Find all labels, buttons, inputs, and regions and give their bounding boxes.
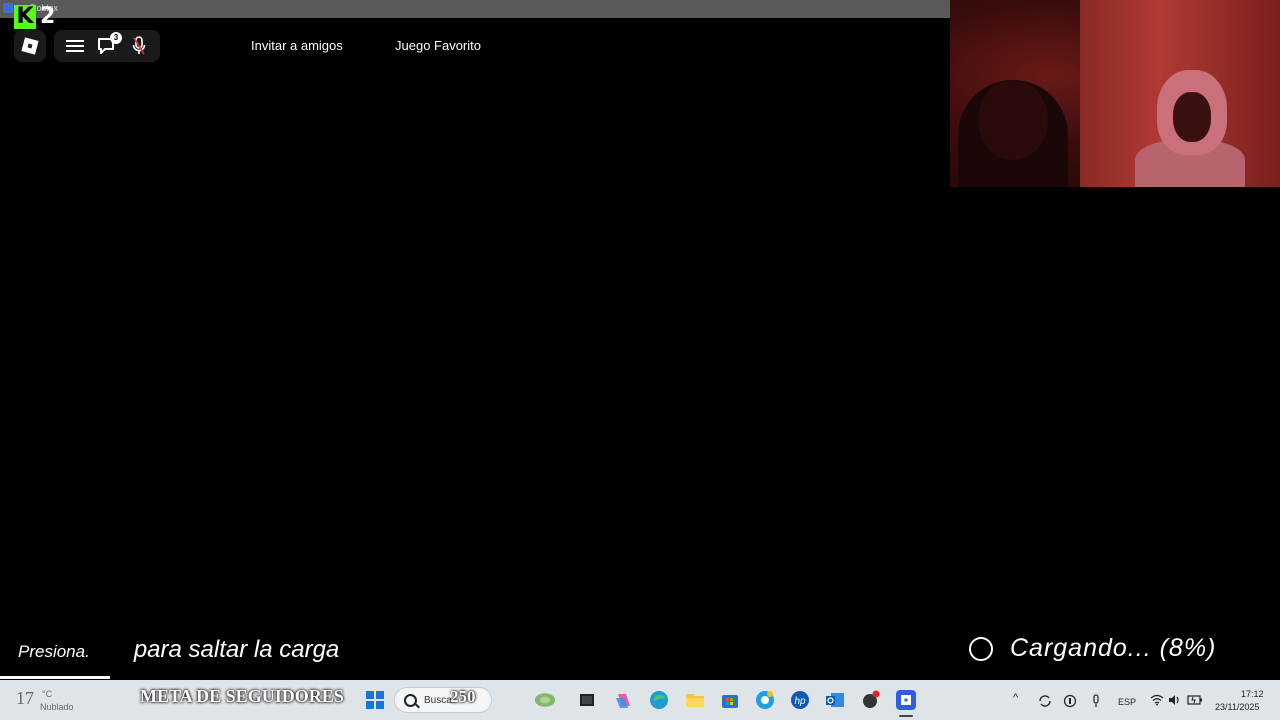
favorite-game-link[interactable]: Juego Favorito: [395, 38, 481, 53]
start-button[interactable]: [366, 691, 384, 709]
widgets-icon: [534, 693, 556, 707]
kick-k-icon: K: [14, 4, 36, 29]
webcam-feed: [950, 0, 1280, 187]
widgets-button[interactable]: [534, 689, 556, 711]
hamburger-icon: [66, 40, 84, 52]
kick-logo: K 2: [14, 4, 55, 29]
edge-icon: [650, 691, 668, 709]
taskbar-search[interactable]: Busca: [394, 687, 492, 713]
roblox-controls: 3: [54, 30, 160, 62]
outlook-button[interactable]: [824, 689, 846, 711]
roblox-taskbar-button[interactable]: [895, 689, 917, 711]
search-placeholder: Busca: [424, 695, 452, 706]
chat-button[interactable]: 3: [96, 32, 122, 57]
battery-icon[interactable]: [1187, 694, 1203, 708]
clock-date[interactable]: 23/11/2025: [1215, 702, 1259, 712]
press-key-text: Presiona.: [18, 642, 90, 661]
svg-text:hp: hp: [794, 696, 806, 707]
microphone-button[interactable]: [128, 35, 150, 57]
chat-badge: 3: [110, 32, 122, 44]
search-icon: [404, 694, 417, 707]
weather-description[interactable]: Nublado: [40, 702, 74, 712]
skip-loading-text: para saltar la carga: [133, 636, 340, 663]
webcam-person-right: [1135, 70, 1245, 187]
hp-icon: hp: [791, 691, 809, 709]
chrome-icon: [756, 691, 774, 709]
sync-icon[interactable]: [1038, 694, 1052, 710]
kick-logo-number: 2: [40, 4, 56, 29]
file-explorer-button[interactable]: [684, 689, 706, 711]
window-titlebar[interactable]: Roblox: [0, 0, 950, 18]
microphone-icon: [132, 36, 146, 55]
loading-indicator: Cargando... (8%): [969, 634, 1216, 663]
hamburger-menu-button[interactable]: [64, 35, 86, 57]
onedrive-icon[interactable]: [1063, 694, 1077, 710]
copilot-button[interactable]: [613, 689, 635, 711]
windows-logo-icon: [366, 691, 374, 699]
copilot-icon: [616, 694, 630, 708]
hp-button[interactable]: hp: [789, 689, 811, 711]
loading-text: Cargando... (8%): [1010, 634, 1217, 662]
invite-friends-link[interactable]: Invitar a amigos: [251, 38, 343, 53]
game-app-button[interactable]: [860, 689, 882, 711]
loading-progress-bar: [0, 676, 110, 679]
store-button[interactable]: [719, 689, 741, 711]
skip-loading-hint: Presiona. para saltar la carga: [18, 636, 339, 664]
roblox-logo-icon: [21, 37, 39, 55]
loading-spinner-icon: [969, 636, 993, 661]
outlook-icon: [826, 693, 844, 707]
active-app-indicator: [899, 715, 913, 717]
wifi-icon[interactable]: [1150, 694, 1164, 708]
follower-goal-label: META DE SEGUIDORES: [140, 686, 344, 706]
task-view-icon: [580, 694, 594, 706]
roblox-app-icon: [3, 3, 13, 13]
webcam-person-left: [958, 80, 1068, 187]
chrome-button[interactable]: [754, 689, 776, 711]
tray-microphone-icon[interactable]: [1091, 694, 1101, 710]
volume-icon[interactable]: [1168, 694, 1182, 708]
follower-goal-count: 250: [450, 687, 476, 706]
language-indicator[interactable]: ESP: [1118, 697, 1136, 707]
roblox-icon: [896, 690, 916, 710]
tray-overflow-chevron-icon[interactable]: ^: [1013, 692, 1018, 704]
weather-unit: °C: [42, 689, 53, 699]
weather-temperature[interactable]: 17: [16, 688, 34, 709]
store-icon: [722, 695, 738, 708]
roblox-menu-button[interactable]: [14, 30, 46, 62]
task-view-button[interactable]: [576, 689, 598, 711]
file-explorer-icon: [686, 694, 704, 707]
game-icon: [863, 690, 880, 708]
edge-button[interactable]: [648, 689, 670, 711]
clock-time[interactable]: 17:12: [1241, 689, 1264, 699]
roblox-topbar: 3: [14, 30, 160, 62]
